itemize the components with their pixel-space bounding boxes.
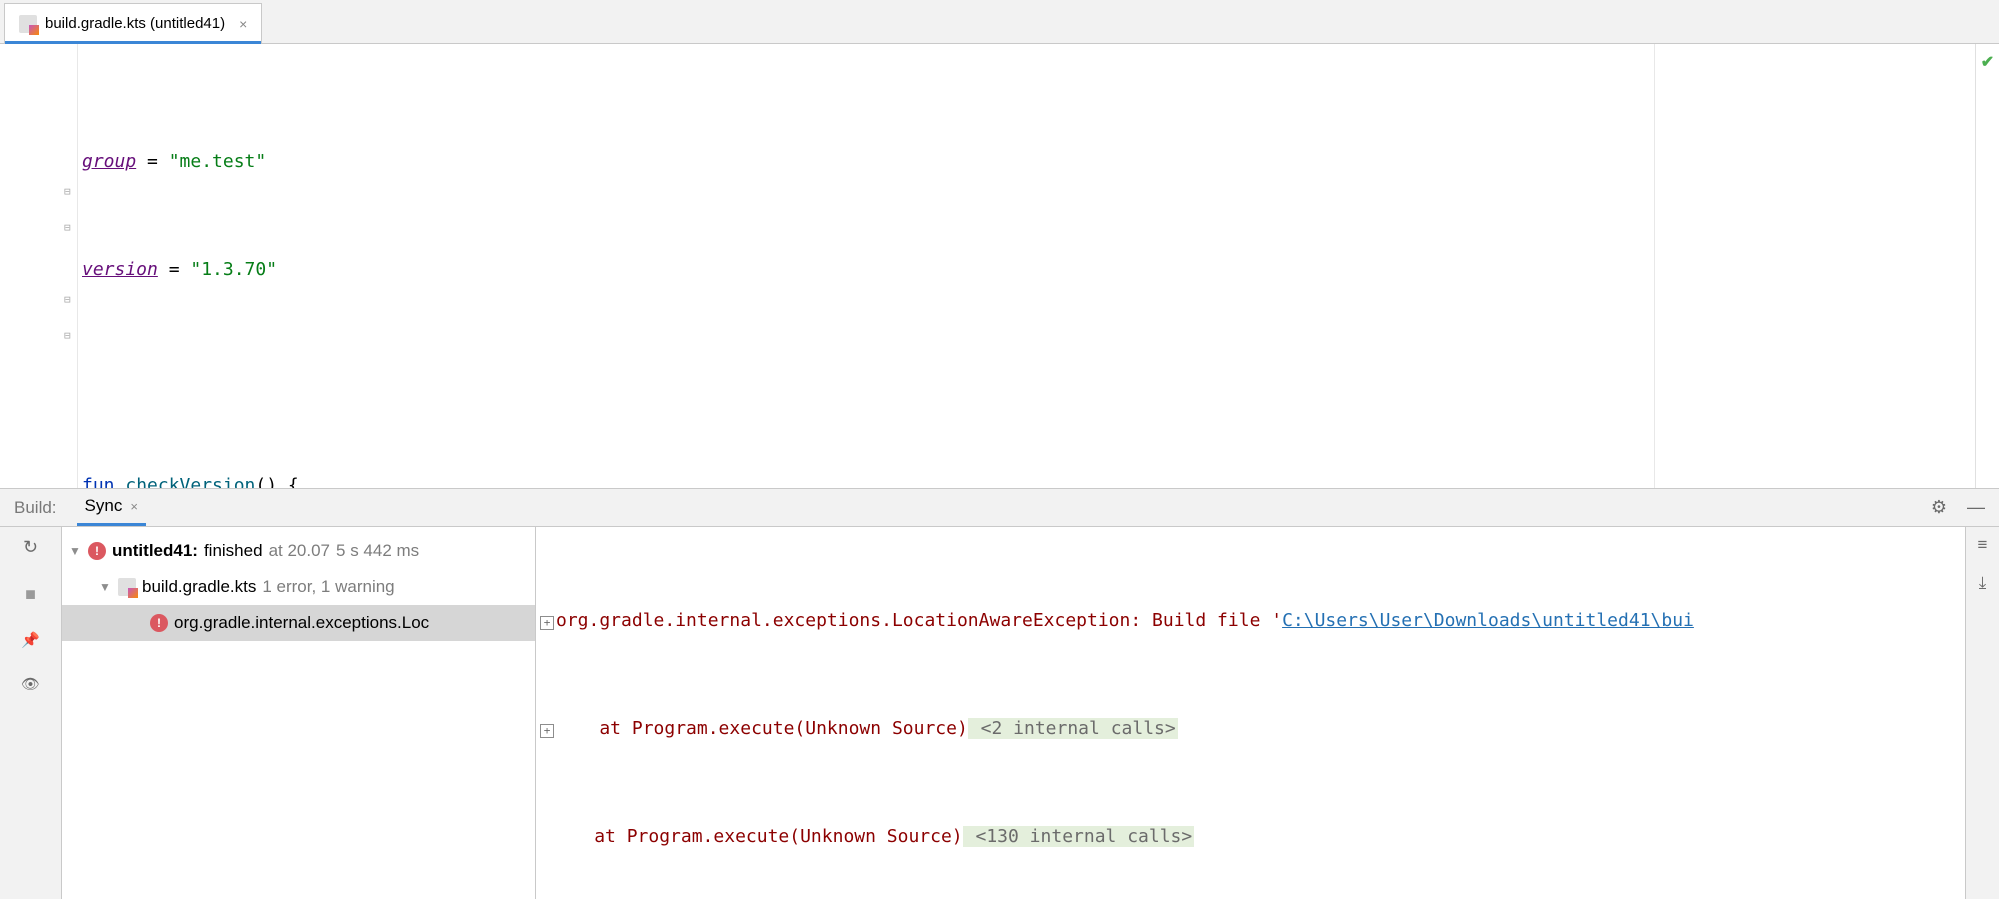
expand-icon[interactable]: + bbox=[540, 616, 554, 630]
build-panel-body: ↻ ■ 📌 👁 ▼ ! untitled41: finished at 20.0… bbox=[0, 527, 1999, 899]
tree-root-name: untitled41: bbox=[112, 541, 198, 561]
minimize-panel-icon[interactable]: — bbox=[1967, 497, 1985, 518]
tree-file-summary: 1 error, 1 warning bbox=[262, 577, 394, 597]
code-line bbox=[82, 360, 1999, 396]
chevron-down-icon[interactable]: ▼ bbox=[68, 544, 82, 558]
right-margin-line bbox=[1654, 44, 1655, 488]
tree-file-name: build.gradle.kts bbox=[142, 577, 256, 597]
tree-row-file[interactable]: ▼ build.gradle.kts 1 error, 1 warning bbox=[62, 569, 535, 605]
view-icon[interactable]: 👁 bbox=[21, 675, 40, 693]
tab-title: build.gradle.kts (untitled41) bbox=[45, 15, 225, 32]
kotlin-file-icon bbox=[19, 15, 37, 33]
pin-icon[interactable]: 📌 bbox=[21, 631, 40, 649]
tree-root-duration: 5 s 442 ms bbox=[336, 541, 419, 561]
subtab-label: Sync bbox=[85, 496, 123, 516]
error-badge-icon: ! bbox=[88, 542, 106, 560]
stop-icon[interactable]: ■ bbox=[25, 584, 36, 605]
console-line: + at Program.execute(Unknown Source) <2 … bbox=[536, 711, 1965, 747]
fold-handle-icon[interactable]: ⊟ bbox=[64, 222, 76, 234]
code-editor[interactable]: group = "me.test" version = "1.3.70" fun… bbox=[78, 44, 1999, 488]
build-header-actions: ⚙ — bbox=[1931, 489, 1985, 526]
build-tree[interactable]: ▼ ! untitled41: finished at 20.07 5 s 44… bbox=[62, 527, 536, 899]
internal-calls-badge: <130 internal calls> bbox=[963, 826, 1195, 847]
code-line: version = "1.3.70" bbox=[82, 252, 1999, 288]
tab-close-icon[interactable]: × bbox=[239, 16, 247, 32]
code-line: fun checkVersion() { bbox=[82, 468, 1999, 488]
refresh-icon[interactable]: ↻ bbox=[23, 537, 38, 558]
console-toolbar: ≡ ⤓ bbox=[1965, 527, 1999, 899]
tree-row-root[interactable]: ▼ ! untitled41: finished at 20.07 5 s 44… bbox=[62, 533, 535, 569]
tree-root-time: at 20.07 bbox=[269, 541, 330, 561]
build-toolbar: ↻ ■ 📌 👁 bbox=[0, 527, 62, 899]
inspection-gutter[interactable]: ✔ bbox=[1975, 44, 1999, 488]
tab-build-gradle-kts[interactable]: build.gradle.kts (untitled41) × bbox=[4, 3, 262, 43]
subtab-close-icon[interactable]: × bbox=[130, 499, 138, 514]
build-panel-header: Build: Sync × ⚙ — bbox=[0, 489, 1999, 527]
chevron-down-icon[interactable]: ▼ bbox=[98, 580, 112, 594]
tree-root-status: finished bbox=[204, 541, 263, 561]
build-label: Build: bbox=[14, 498, 57, 518]
internal-calls-badge: <2 internal calls> bbox=[968, 718, 1178, 739]
scroll-to-end-icon[interactable]: ⤓ bbox=[1979, 573, 1987, 593]
console-line: +org.gradle.internal.exceptions.Location… bbox=[536, 603, 1965, 639]
soft-wrap-icon[interactable]: ≡ bbox=[1978, 535, 1988, 555]
tree-exception-text: org.gradle.internal.exceptions.Loc bbox=[174, 613, 429, 633]
fold-handle-icon[interactable]: ⊟ bbox=[64, 186, 76, 198]
settings-gear-icon[interactable]: ⚙ bbox=[1931, 497, 1947, 518]
build-console[interactable]: +org.gradle.internal.exceptions.Location… bbox=[536, 527, 1965, 899]
expand-icon[interactable]: + bbox=[540, 724, 554, 738]
tree-row-exception[interactable]: ! org.gradle.internal.exceptions.Loc bbox=[62, 605, 535, 641]
editor-tabbar: build.gradle.kts (untitled41) × bbox=[0, 0, 1999, 44]
error-badge-icon: ! bbox=[150, 614, 168, 632]
inspection-ok-icon[interactable]: ✔ bbox=[1981, 52, 1994, 488]
kotlin-file-icon bbox=[118, 578, 136, 596]
file-link[interactable]: C:\Users\User\Downloads\untitled41\bui bbox=[1282, 610, 1694, 631]
editor-gutter: ⊟ ⊟ ⊟ ⊟ bbox=[0, 44, 78, 488]
code-line: group = "me.test" bbox=[82, 144, 1999, 180]
console-line: at Program.execute(Unknown Source) <130 … bbox=[536, 819, 1965, 855]
fold-handle-icon[interactable]: ⊟ bbox=[64, 294, 76, 306]
editor-area: ⊟ ⊟ ⊟ ⊟ group = "me.test" version = "1.3… bbox=[0, 44, 1999, 489]
build-subtab-sync[interactable]: Sync × bbox=[77, 489, 146, 526]
fold-handle-icon[interactable]: ⊟ bbox=[64, 330, 76, 342]
